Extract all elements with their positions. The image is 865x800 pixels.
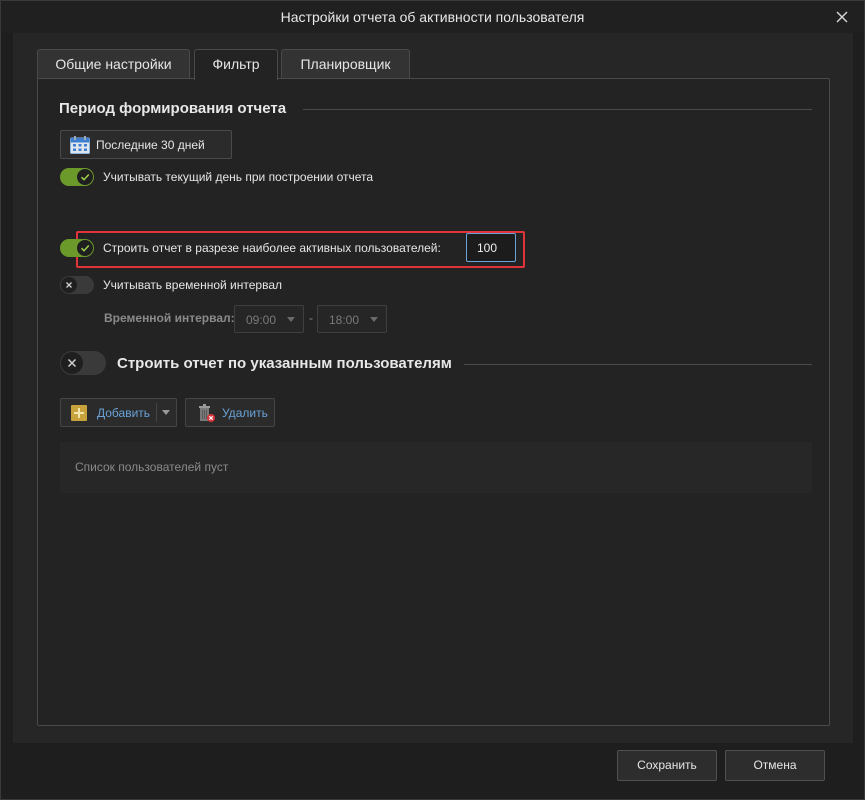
most-active-users-toggle[interactable]: [60, 239, 94, 257]
time-interval-label: Учитывать временной интервал: [103, 278, 282, 292]
section-divider: [303, 109, 812, 110]
interval-separator: -: [309, 311, 313, 325]
check-icon: [80, 173, 90, 181]
dialog-footer: Сохранить Отмена: [1, 743, 864, 799]
x-icon: [66, 282, 72, 288]
delete-user-button[interactable]: Удалить: [185, 398, 275, 427]
chevron-down-icon[interactable]: [162, 410, 170, 415]
time-interval-toggle[interactable]: [60, 276, 94, 294]
dialog-content: Общие настройки Фильтр Планировщик Перио…: [13, 33, 853, 743]
add-user-button[interactable]: Добавить: [60, 398, 177, 427]
add-icon: [71, 405, 87, 421]
tab-scheduler[interactable]: Планировщик: [281, 49, 410, 79]
most-active-users-label: Строить отчет в разрезе наиболее активны…: [103, 241, 441, 255]
include-current-day-toggle[interactable]: [60, 168, 94, 186]
settings-dialog: Настройки отчета об активности пользоват…: [0, 0, 865, 800]
filter-panel: Период формирования отчета Последние 30 …: [37, 78, 830, 726]
interval-to-select[interactable]: 18:00: [317, 305, 387, 333]
split-divider: [156, 403, 157, 422]
interval-to-value: 18:00: [329, 313, 360, 327]
delete-button-label: Удалить: [222, 406, 268, 420]
users-list[interactable]: Список пользователей пуст: [60, 442, 812, 493]
check-icon: [80, 244, 90, 252]
toggle-knob: [77, 169, 93, 185]
chevron-down-icon: [287, 317, 295, 322]
tab-filter[interactable]: Фильтр: [194, 49, 278, 80]
interval-from-select[interactable]: 09:00: [234, 305, 304, 333]
trash-icon: [199, 404, 215, 422]
close-button[interactable]: [830, 5, 854, 29]
toggle-knob: [77, 240, 93, 256]
save-button[interactable]: Сохранить: [617, 750, 717, 781]
interval-label: Временной интервал:: [104, 311, 235, 325]
add-button-label: Добавить: [97, 406, 151, 420]
period-button[interactable]: Последние 30 дней: [60, 130, 232, 159]
tab-general-settings[interactable]: Общие настройки: [37, 49, 190, 79]
window-title: Настройки отчета об активности пользоват…: [280, 9, 585, 25]
include-current-day-label: Учитывать текущий день при построении от…: [103, 170, 374, 184]
x-icon: [67, 358, 77, 368]
empty-list-text: Список пользователей пуст: [75, 460, 229, 474]
interval-from-value: 09:00: [246, 313, 277, 327]
title-bar: Настройки отчета об активности пользоват…: [1, 1, 864, 33]
specified-users-toggle[interactable]: [60, 351, 106, 375]
period-section-title: Период формирования отчета: [59, 100, 287, 117]
users-section-title: Строить отчет по указанным пользователям: [117, 355, 452, 372]
toggle-knob: [61, 352, 83, 374]
calendar-icon: [70, 136, 90, 154]
most-active-users-count-input[interactable]: [466, 233, 516, 262]
close-icon: [836, 11, 848, 23]
section-divider: [464, 364, 812, 365]
chevron-down-icon: [370, 317, 378, 322]
toggle-knob: [61, 277, 77, 293]
cancel-button[interactable]: Отмена: [725, 750, 825, 781]
period-button-label: Последние 30 дней: [96, 138, 205, 152]
